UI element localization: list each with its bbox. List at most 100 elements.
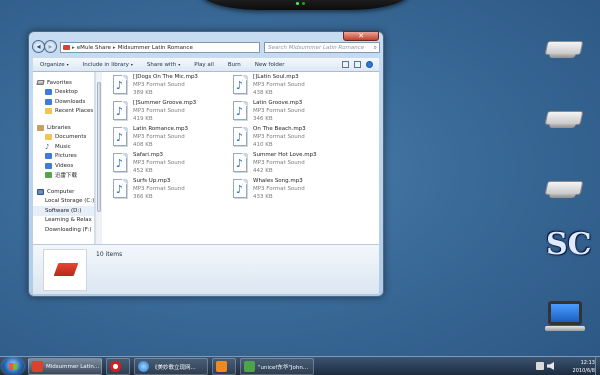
desktop-drive-icon-2[interactable] [542, 103, 586, 143]
close-button[interactable]: ✕ [343, 31, 379, 41]
command-toolbar: Organize ▾ Include in library ▾ Share with… [33, 58, 379, 72]
folder-icon [63, 45, 70, 50]
explorer-window: ◂ ▸ ▸ eMule Share ▸ Midsummer Latin Roma… [28, 31, 384, 297]
file-name: Latin Groove.mp3 [253, 100, 303, 106]
nav-recent-places[interactable]: Recent Places [33, 107, 94, 117]
recent-places-icon [45, 108, 52, 115]
new-folder-button[interactable]: New folder [248, 62, 292, 68]
organize-button[interactable]: Organize ▾ [33, 62, 76, 68]
file-type: MP3 Format Sound [253, 108, 305, 114]
file-item[interactable]: ♪ Latin Romance.mp3 MP3 Format Sound 408… [111, 124, 226, 150]
audio-file-icon: ♪ [113, 127, 127, 146]
breadcrumb-emule-share[interactable]: eMule Share [77, 45, 111, 51]
folder-thumbnail [43, 249, 87, 291]
music-icon: ♪ [45, 142, 50, 151]
file-item[interactable]: ♪ Summer Hot Love.mp3 MP3 Format Sound 4… [231, 150, 346, 176]
burn-button[interactable]: Burn [221, 62, 248, 68]
search-placeholder: Search Midsummer Latin Romance [268, 44, 365, 51]
nav-downloads[interactable]: Downloads [33, 97, 94, 107]
file-item[interactable]: ♪ []Summer Groove.mp3 MP3 Format Sound 4… [111, 98, 226, 124]
nav-desktop[interactable]: Desktop [33, 88, 94, 98]
audio-file-icon: ♪ [113, 179, 127, 198]
drive-icon [36, 80, 45, 85]
file-name: Latin Romance.mp3 [133, 126, 189, 132]
taskbar-explorer[interactable]: Midsummer Latin... [28, 358, 102, 375]
play-all-button[interactable]: Play all [187, 62, 221, 68]
nav-scrollbar[interactable] [95, 72, 102, 244]
breadcrumb-current-folder[interactable]: Midsummer Latin Romance [118, 45, 193, 51]
nav-pictures[interactable]: Pictures [33, 152, 94, 162]
file-name: Summer Hot Love.mp3 [253, 152, 317, 158]
nav-music[interactable]: ♪ Music [33, 142, 94, 152]
nav-drive-d[interactable]: Software (D:) [33, 80, 94, 216]
file-name: []Dogs On The Mic.mp3 [133, 74, 198, 80]
downloads-icon [45, 98, 52, 105]
view-options-icon[interactable] [342, 61, 349, 68]
nav-drive-f[interactable]: Downloading (F:) [33, 80, 94, 235]
audio-file-icon: ♪ [233, 179, 247, 198]
laptop-shortcut-icon[interactable] [544, 297, 588, 337]
scrollbar-thumb[interactable] [97, 82, 101, 212]
audio-file-icon: ♪ [113, 75, 127, 94]
start-button[interactable] [2, 358, 24, 375]
windows-logo-icon [9, 363, 17, 370]
file-size: 433 KB [253, 194, 273, 200]
action-center-icon[interactable] [536, 362, 544, 370]
show-desktop-button[interactable] [595, 357, 600, 375]
taskbar-media-player[interactable] [212, 358, 236, 375]
audio-file-icon: ♪ [233, 101, 247, 120]
taskbar-app[interactable]: "unicef东华"John... [240, 358, 314, 375]
desktop-drive-icon-3[interactable] [542, 173, 586, 213]
address-bar[interactable]: ▸ eMule Share ▸ Midsummer Latin Romance [60, 42, 260, 53]
audio-file-icon: ♪ [233, 153, 247, 172]
taskbar-opera[interactable] [106, 358, 130, 375]
search-icon[interactable]: ⌕ [374, 44, 377, 52]
desktop-icon [45, 89, 52, 96]
app-icon [244, 361, 255, 372]
nav-drive-e[interactable]: Learning & Relax [33, 80, 94, 226]
nav-computer[interactable]: Computer [33, 187, 94, 197]
file-size: 442 KB [253, 168, 273, 174]
file-type: MP3 Format Sound [253, 160, 305, 166]
starcraft-shortcut-icon[interactable]: SC [544, 227, 592, 267]
desktop-drive-icon-1[interactable] [542, 33, 586, 73]
file-size: 438 KB [253, 90, 273, 96]
file-item[interactable]: ♪ On The Beach.mp3 MP3 Format Sound 410 … [231, 124, 346, 150]
file-item[interactable]: ♪ []Dogs On The Mic.mp3 MP3 Format Sound… [111, 72, 226, 98]
navigation-pane: ★Favorites Desktop Downloads Recent Plac… [33, 72, 95, 244]
file-type: MP3 Format Sound [133, 160, 185, 166]
nav-documents[interactable]: Documents [33, 133, 94, 143]
item-count: 10 items [96, 251, 123, 258]
file-name: []Latin Soul.mp3 [253, 74, 299, 80]
nav-drive-c[interactable]: Local Storage (C:) [33, 80, 94, 207]
file-type: MP3 Format Sound [133, 134, 185, 140]
file-type: MP3 Format Sound [253, 134, 305, 140]
nav-libraries[interactable]: Libraries [33, 123, 94, 133]
search-input[interactable]: Search Midsummer Latin Romance ⌕ [264, 42, 380, 53]
nav-videos[interactable]: Videos [33, 161, 94, 171]
breadcrumb-separator: ▸ [72, 44, 75, 51]
window-titlebar[interactable]: ◂ ▸ ▸ eMule Share ▸ Midsummer Latin Roma… [29, 32, 383, 58]
share-with-button[interactable]: Share with ▾ [140, 62, 187, 68]
forward-button[interactable]: ▸ [44, 40, 57, 53]
file-item[interactable]: ♪ Whales Song.mp3 MP3 Format Sound 433 K… [231, 176, 346, 202]
help-icon[interactable] [366, 61, 373, 68]
details-pane: 10 items [33, 244, 379, 294]
taskbar-ie[interactable]: 《美妙歌立现网... [134, 358, 208, 375]
folder-icon [53, 263, 79, 276]
file-size: 452 KB [133, 168, 153, 174]
starcraft-logo: SC [546, 227, 592, 262]
file-item[interactable]: ♪ []Latin Soul.mp3 MP3 Format Sound 438 … [231, 72, 346, 98]
preview-pane-icon[interactable] [354, 61, 361, 68]
system-tray: 12:13 2010/6/8 [530, 357, 600, 375]
file-type: MP3 Format Sound [133, 186, 185, 192]
file-item[interactable]: ♪ Surfs Up.mp3 MP3 Format Sound 366 KB [111, 176, 226, 202]
audio-file-icon: ♪ [113, 101, 127, 120]
include-in-library-button[interactable]: Include in library ▾ [76, 62, 140, 68]
nav-xunlei[interactable]: 迅雷下载 [33, 171, 94, 181]
opera-icon [110, 361, 121, 372]
file-item[interactable]: ♪ Safari.mp3 MP3 Format Sound 452 KB [111, 150, 226, 176]
xunlei-icon [45, 172, 52, 179]
file-item[interactable]: ♪ Latin Groove.mp3 MP3 Format Sound 346 … [231, 98, 346, 124]
videos-icon [45, 162, 52, 169]
